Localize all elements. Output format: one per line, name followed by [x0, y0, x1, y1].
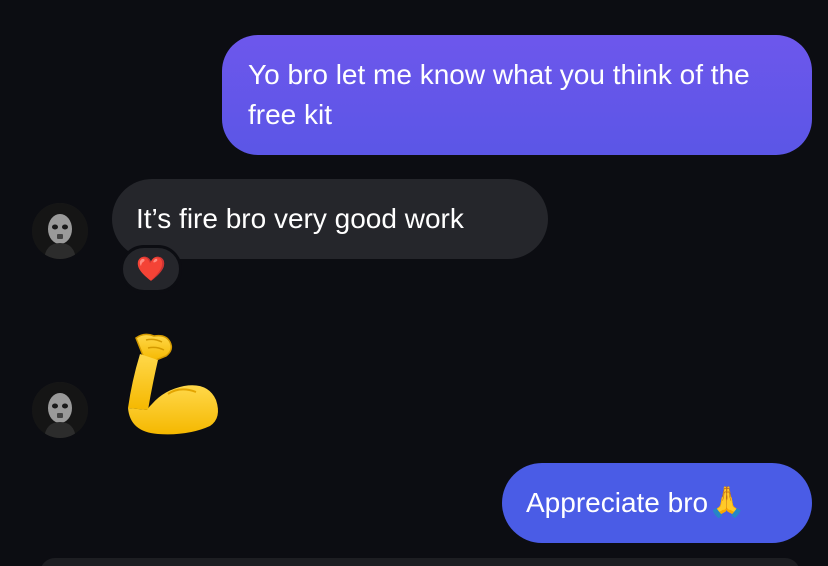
incoming-message-bubble[interactable]: It’s fire bro very good work — [112, 179, 548, 259]
folded-hands-icon: 🙏 — [708, 486, 746, 519]
outgoing-message-bubble[interactable]: Yo bro let me know what you think of the… — [222, 35, 812, 155]
outgoing-message-bubble[interactable]: Appreciate bro🙏 — [502, 463, 812, 543]
heart-icon: ❤️ — [136, 255, 166, 283]
masked-figure-icon — [32, 203, 88, 259]
heart-reaction-badge[interactable]: ❤️ — [120, 245, 182, 293]
message-text: Appreciate bro — [526, 487, 709, 518]
masked-figure-icon — [32, 382, 88, 438]
contact-avatar[interactable] — [32, 203, 88, 259]
chat-thread: Yo bro let me know what you think of the… — [0, 0, 828, 566]
composer-bar[interactable] — [40, 558, 800, 566]
message-text: Yo bro let me know what you think of the… — [248, 59, 750, 130]
contact-avatar[interactable] — [32, 382, 88, 438]
message-text: It’s fire bro very good work — [136, 203, 464, 234]
flexed-biceps-icon[interactable] — [118, 330, 222, 438]
